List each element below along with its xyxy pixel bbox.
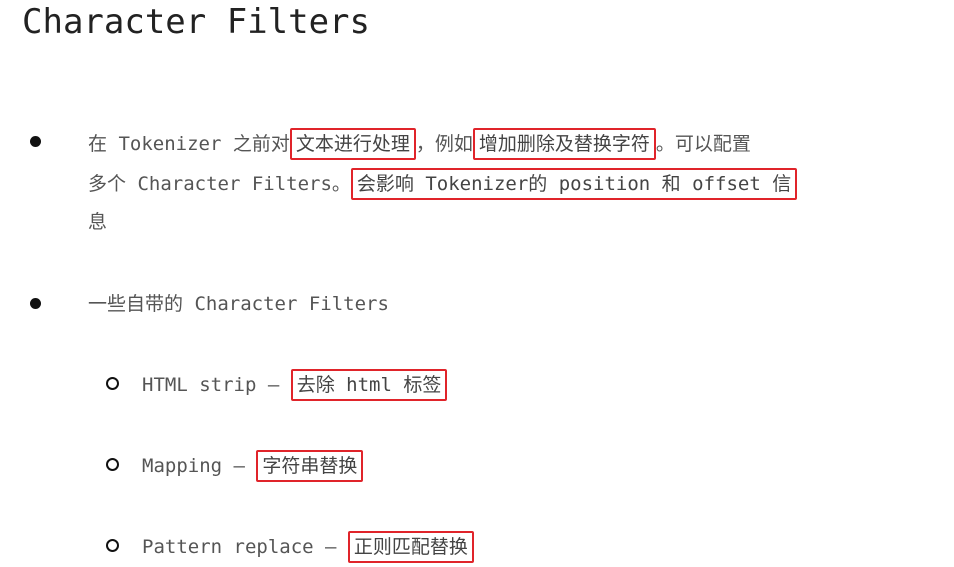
subitem-2-circle [106, 458, 119, 471]
bullet-1-line-3: 息 [88, 211, 108, 233]
subitem-3-highlight: 正则匹配替换 [347, 531, 474, 563]
bullet-1-line-1: 在 Tokenizer 之前对 文本进行处理 ，例如 增加删除及替换字符 。可以配置 [88, 128, 751, 160]
bullet-1-dot [30, 136, 41, 147]
bullet-1-line-1-pre: 在 Tokenizer 之前对 [88, 133, 290, 155]
subitem-3-label: Pattern replace – [142, 536, 348, 558]
bullet-1-line-2-pre: 多个 Character Filters。 [88, 173, 351, 195]
highlight-text-processing: 文本进行处理 [289, 128, 416, 160]
bullet-1-line-2: 多个 Character Filters。 会影响 Tokenizer的 posi… [88, 168, 798, 200]
bullet-1-line-1-mid: ，例如 [415, 133, 473, 155]
page-title: Character Filters [22, 2, 370, 42]
subitem-2: Mapping – 字符串替换 [142, 450, 364, 482]
bullet-1-line-1-post: 。可以配置 [655, 133, 751, 155]
subitem-2-highlight: 字符串替换 [256, 450, 364, 482]
bullet-2-dot [30, 298, 41, 309]
bullet-2-text: 一些自带的 Character Filters [88, 293, 389, 315]
subitem-3: Pattern replace – 正则匹配替换 [142, 531, 474, 563]
subitem-1-label: HTML strip – [142, 374, 291, 396]
highlight-position-offset: 会影响 Tokenizer的 position 和 offset 信 [350, 168, 798, 200]
subitem-2-label: Mapping – [142, 455, 257, 477]
highlight-char-ops: 增加删除及替换字符 [472, 128, 656, 160]
subitem-1: HTML strip – 去除 html 标签 [142, 369, 448, 401]
subitem-1-highlight: 去除 html 标签 [290, 369, 448, 401]
subitem-3-circle [106, 539, 119, 552]
subitem-1-circle [106, 377, 119, 390]
